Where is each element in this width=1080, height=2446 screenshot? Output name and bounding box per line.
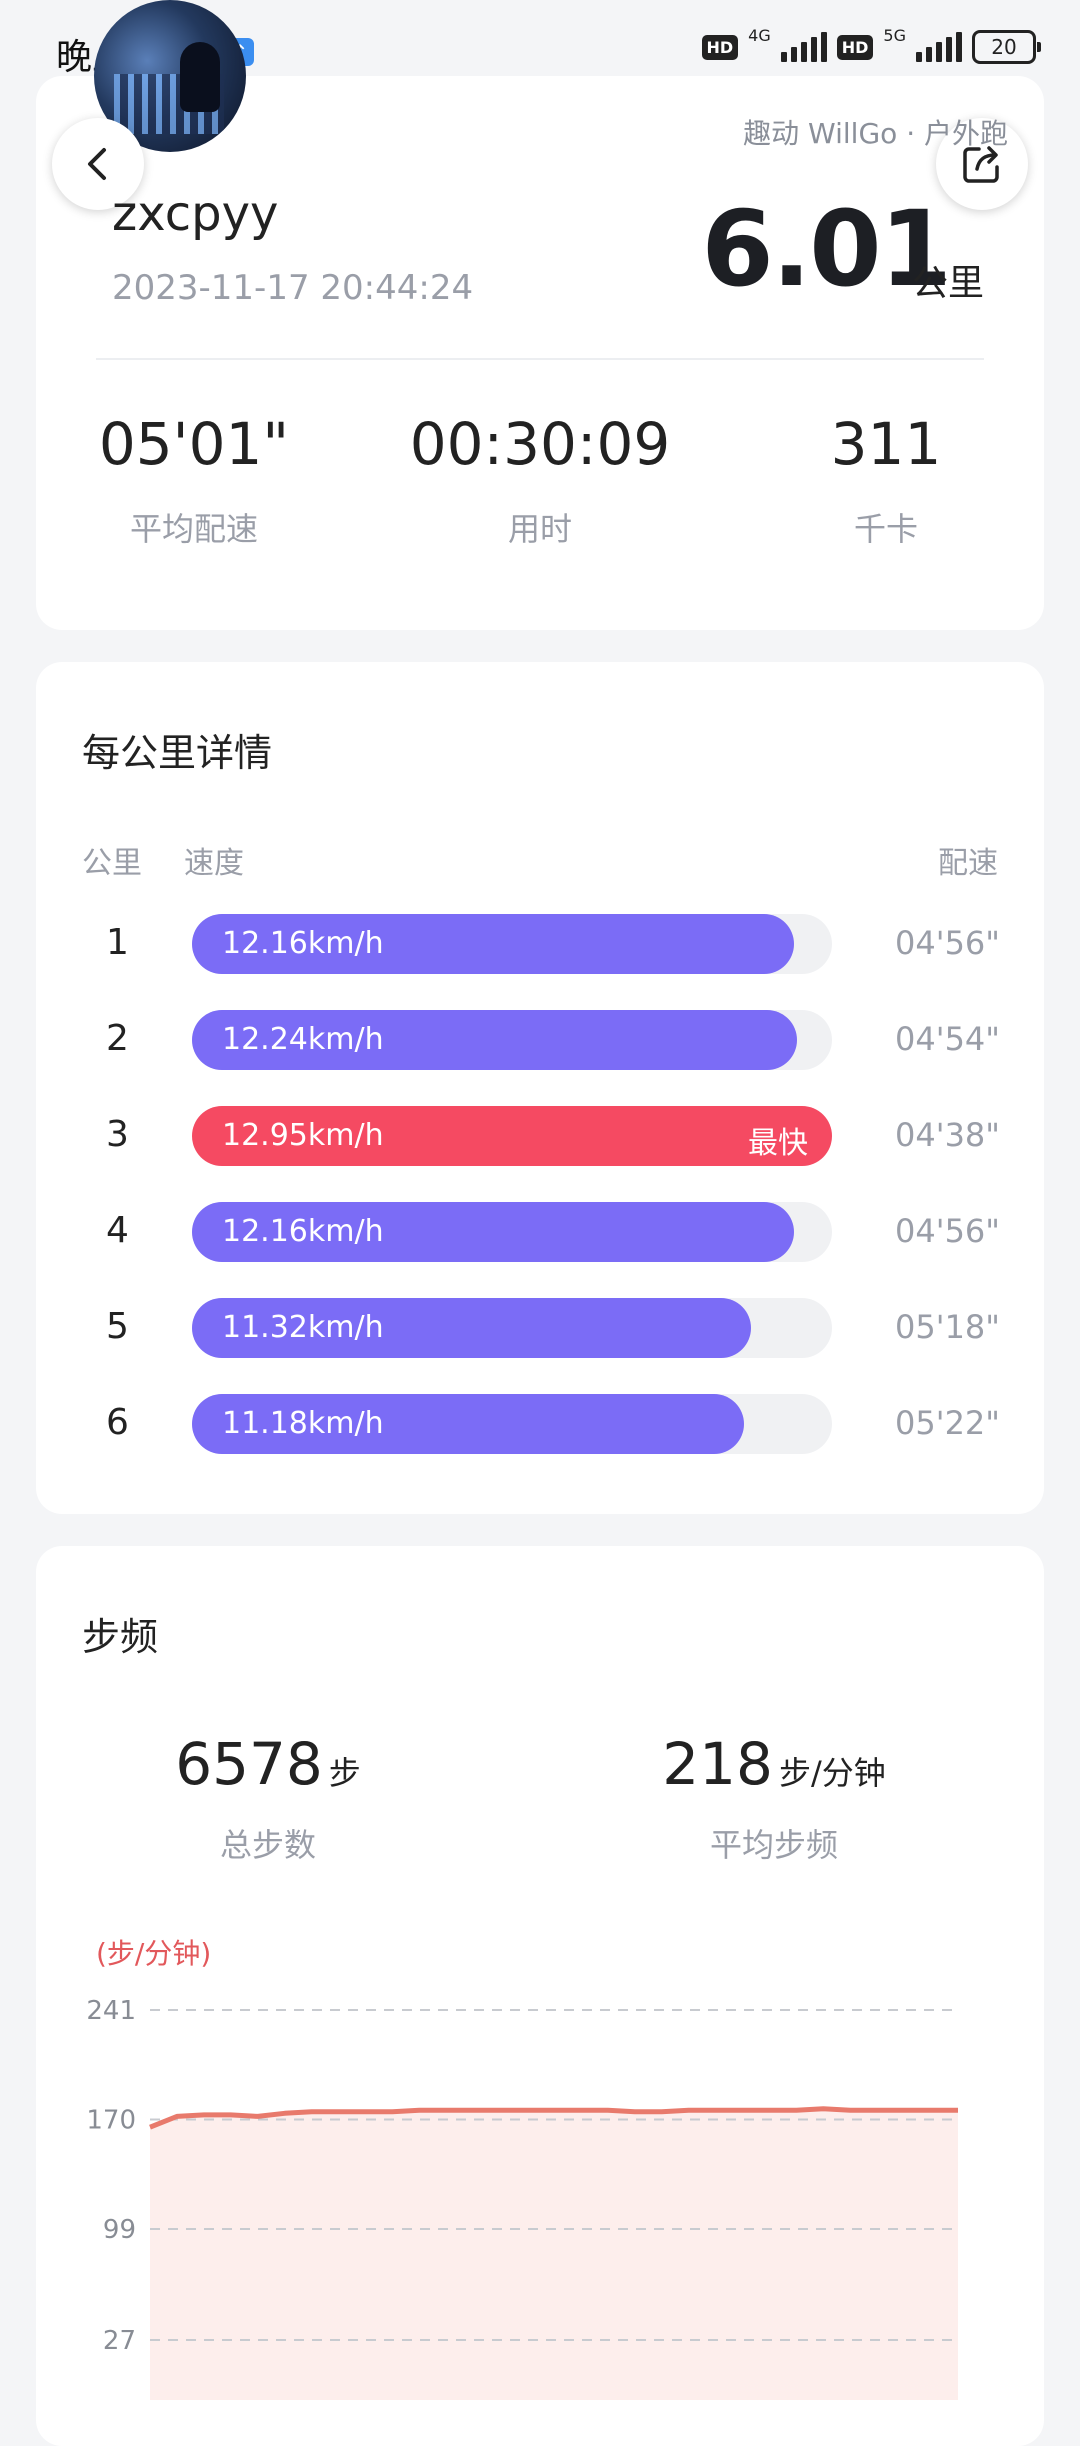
speed-value: 12.95km/h	[222, 1118, 384, 1153]
km-number: 2	[106, 1018, 129, 1059]
speed-bar-track: 12.95km/h 最快	[192, 1106, 832, 1166]
per-km-card	[36, 662, 1044, 1514]
y-tick-label: 27	[103, 2326, 136, 2356]
stat-value: 311	[830, 410, 942, 478]
stat-calories: 311 千卡	[736, 410, 1036, 550]
km-row: 5 11.32km/h 05'18"	[0, 1298, 1080, 1358]
avatar-person-graphic	[180, 42, 220, 112]
pace-value: 04'56"	[895, 924, 1000, 962]
distance-unit: 公里	[911, 263, 984, 304]
y-tick-label: 241	[86, 1996, 136, 2026]
activity-datetime: 2023-11-17 20:44:24	[112, 268, 474, 308]
pace-value: 05'22"	[895, 1404, 1000, 1442]
battery-icon: 20	[972, 30, 1041, 64]
avg-cadence-value: 218	[662, 1730, 773, 1798]
stat-value: 05'01"	[98, 410, 290, 478]
stat-label: 千卡	[853, 510, 918, 548]
stat-label: 平均配速	[129, 510, 258, 548]
status-indicators: HD 4G HD 5G 20	[701, 26, 1041, 64]
signal-icon	[916, 32, 962, 62]
speed-bar-track: 12.16km/h	[192, 1202, 832, 1262]
column-header-pace: 配速	[938, 846, 998, 881]
speed-bar: 11.18km/h	[192, 1394, 744, 1454]
divider	[96, 358, 984, 360]
column-header-speed: 速度	[184, 846, 244, 881]
chevron-left-icon	[88, 148, 106, 180]
y-tick-label: 99	[103, 2215, 136, 2245]
speed-value: 12.16km/h	[222, 926, 384, 961]
speed-bar-track: 12.24km/h	[192, 1010, 832, 1070]
speed-value: 11.18km/h	[222, 1406, 384, 1441]
signal-icon	[780, 32, 827, 62]
total-steps-label: 总步数	[219, 1826, 316, 1864]
y-tick-label: 170	[86, 2105, 136, 2135]
speed-bar-track: 11.18km/h	[192, 1394, 832, 1454]
cadence-chart: 241 170 99 27	[86, 1996, 958, 2400]
stat-avg-pace: 05'01" 平均配速	[44, 410, 344, 550]
speed-bar-best: 12.95km/h 最快	[192, 1106, 832, 1166]
km-number: 3	[106, 1114, 129, 1155]
source-app-label: 趣动 WillGo · 户外跑	[743, 117, 1008, 150]
stat-value: 00:30:09	[409, 410, 671, 478]
total-steps-value: 6578	[175, 1730, 323, 1798]
column-header-km: 公里	[82, 846, 142, 881]
km-row: 2 12.24km/h 04'54"	[0, 1010, 1080, 1070]
speed-value: 11.32km/h	[222, 1310, 384, 1345]
km-row: 6 11.18km/h 05'22"	[0, 1394, 1080, 1454]
speed-bar-track: 11.32km/h	[192, 1298, 832, 1358]
km-row: 1 12.16km/h 04'56"	[0, 914, 1080, 974]
km-number: 4	[106, 1210, 129, 1251]
total-steps-unit: 步	[328, 1754, 361, 1792]
hd-badge: HD	[836, 34, 874, 60]
cadence-title: 步频	[82, 1615, 159, 1659]
network-type-label: 5G	[883, 25, 906, 45]
speed-bar: 12.16km/h	[192, 1202, 794, 1262]
username: zxcpyy	[112, 186, 279, 242]
km-row: 4 12.16km/h 04'56"	[0, 1202, 1080, 1262]
speed-bar-track: 12.16km/h	[192, 914, 832, 974]
fastest-tag: 最快	[748, 1126, 808, 1161]
pace-value: 04'56"	[895, 1212, 1000, 1250]
avg-cadence-block: 218 步/分钟 平均步频	[554, 1730, 994, 1866]
pace-value: 04'38"	[895, 1116, 1000, 1154]
avg-cadence-label: 平均步频	[709, 1826, 838, 1864]
km-number: 1	[106, 922, 129, 963]
pace-value: 05'18"	[895, 1308, 1000, 1346]
per-km-title: 每公里详情	[82, 731, 273, 775]
km-number: 5	[106, 1306, 129, 1347]
speed-bar: 12.24km/h	[192, 1010, 797, 1070]
km-row: 3 12.95km/h 最快 04'38"	[0, 1106, 1080, 1166]
network-type-label: 4G	[748, 25, 771, 45]
chart-unit-label: (步/分钟)	[96, 1937, 212, 1970]
speed-value: 12.24km/h	[222, 1022, 384, 1057]
speed-value: 12.16km/h	[222, 1214, 384, 1249]
stat-duration: 00:30:09 用时	[390, 410, 690, 550]
cadence-area	[150, 2108, 958, 2400]
stat-label: 用时	[507, 510, 572, 548]
km-number: 6	[106, 1402, 129, 1443]
speed-bar: 11.32km/h	[192, 1298, 751, 1358]
hd-badge: HD	[701, 34, 739, 60]
total-steps-block: 6578 步 总步数	[48, 1730, 488, 1866]
pace-value: 04'54"	[895, 1020, 1000, 1058]
speed-bar: 12.16km/h	[192, 914, 794, 974]
avg-cadence-unit: 步/分钟	[778, 1754, 886, 1792]
